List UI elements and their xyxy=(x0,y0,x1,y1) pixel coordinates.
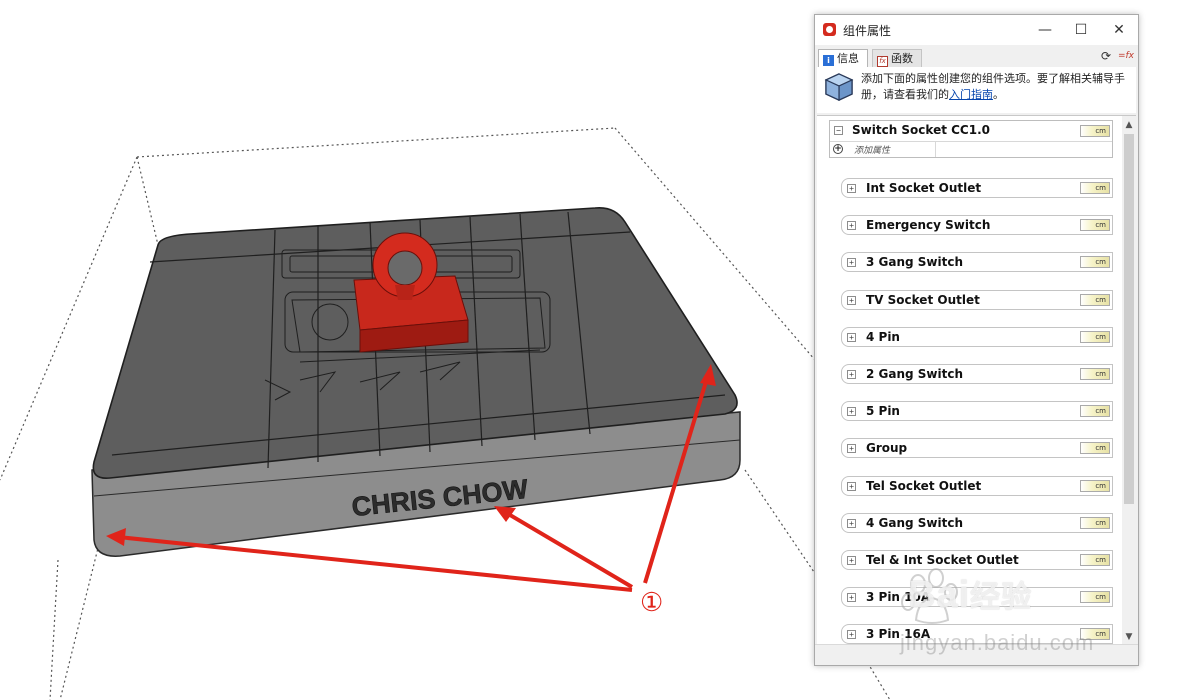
component-row[interactable]: +5 Pin cm xyxy=(841,401,1113,422)
component-row[interactable]: +3 Pin 10A cm xyxy=(841,587,1113,608)
expand-icon[interactable]: + xyxy=(847,556,856,565)
component-name: 2 Gang Switch xyxy=(866,367,964,381)
expand-icon[interactable]: + xyxy=(847,184,856,193)
attribute-list: − Switch Socket CC1.0 cm + 添加属性 + Int Soc… xyxy=(817,115,1136,646)
unit-badge[interactable]: cm xyxy=(1080,591,1110,604)
dialog-title: 组件属性 xyxy=(843,24,892,38)
unit-badge[interactable]: cm xyxy=(1080,330,1110,343)
expand-icon[interactable]: + xyxy=(847,332,856,342)
component-row[interactable]: + Emergency Switch cm xyxy=(841,215,1113,236)
component-row[interactable]: +2 Gang Switch cm xyxy=(841,364,1113,384)
unit-badge[interactable]: cm xyxy=(1080,628,1110,641)
unit-badge[interactable]: cm xyxy=(1080,368,1110,380)
component-name: Int Socket Outlet xyxy=(866,181,982,195)
add-attribute-label[interactable]: 添加属性 xyxy=(854,143,890,156)
info-banner: 添加下面的属性创建您的组件选项。要了解相关辅导手册，请查看我们的入门指南。 xyxy=(817,67,1136,113)
sketchup-icon xyxy=(823,23,836,36)
unit-badge[interactable]: cm xyxy=(1080,256,1110,269)
component-name: 3 Gang Switch xyxy=(866,255,964,270)
component-attributes-dialog: 组件属性 — ☐ ✕ i 信息 fx 函数 ⟳ =fx 添加下面的属性创建您的组件选… xyxy=(814,14,1139,666)
unit-badge[interactable]: cm xyxy=(1080,293,1110,306)
component-cube-icon xyxy=(824,73,854,101)
annotation-number: ① xyxy=(640,588,664,618)
scroll-up-icon[interactable]: ▲ xyxy=(1122,118,1136,132)
unit-badge[interactable]: cm xyxy=(1080,516,1110,529)
component-name: TV Socket Outlet xyxy=(866,292,980,307)
component-row[interactable]: +4 Pin cm xyxy=(841,326,1113,347)
component-row[interactable]: +3 Pin 16A cm xyxy=(841,624,1113,645)
unit-badge[interactable]: cm xyxy=(1080,554,1110,566)
component-name: 5 Pin xyxy=(866,404,900,419)
add-icon[interactable]: + xyxy=(833,144,843,154)
root-component-name: Switch Socket CC1.0 xyxy=(852,123,990,137)
tab-functions-label: 函数 xyxy=(891,52,913,65)
refresh-icon[interactable]: ⟳ xyxy=(1097,47,1115,65)
expand-icon[interactable]: + xyxy=(847,593,856,603)
root-component-header[interactable]: − Switch Socket CC1.0 cm xyxy=(830,121,1112,142)
unit-badge[interactable]: cm xyxy=(1080,182,1110,194)
component-row[interactable]: + Tel Socket Outlet cm xyxy=(841,475,1113,496)
component-row[interactable]: + TV Socket Outlet cm xyxy=(841,289,1113,310)
title-bar[interactable]: 组件属性 — ☐ ✕ xyxy=(815,15,1138,45)
close-button[interactable]: ✕ xyxy=(1100,15,1138,45)
component-name: Emergency Switch xyxy=(866,218,991,233)
expand-icon[interactable]: + xyxy=(847,221,856,231)
expand-icon[interactable]: + xyxy=(847,370,856,379)
expand-icon[interactable]: + xyxy=(847,518,856,528)
tab-info[interactable]: i 信息 xyxy=(818,49,868,67)
expand-icon[interactable]: + xyxy=(847,630,856,640)
component-name: 4 Pin xyxy=(866,329,900,344)
expand-icon[interactable]: + xyxy=(847,407,856,417)
info-suffix: 。 xyxy=(993,88,1004,101)
component-name: 3 Pin 16A xyxy=(866,627,931,642)
root-component: − Switch Socket CC1.0 cm + 添加属性 xyxy=(829,120,1113,158)
add-attribute-row[interactable]: + 添加属性 xyxy=(830,141,1112,157)
status-bar xyxy=(815,644,1138,665)
component-row[interactable]: + Tel & Int Socket Outlet cm xyxy=(841,550,1113,570)
expand-icon[interactable]: + xyxy=(847,444,856,454)
fx-icon: fx xyxy=(877,56,888,67)
component-row[interactable]: +3 Gang Switch cm xyxy=(841,252,1113,273)
minimize-button[interactable]: — xyxy=(1026,15,1064,45)
expand-icon[interactable]: + xyxy=(847,481,856,491)
expand-icon[interactable]: + xyxy=(847,258,856,268)
tab-functions[interactable]: fx 函数 xyxy=(872,49,922,67)
expand-icon[interactable]: + xyxy=(847,295,856,305)
collapse-icon[interactable]: − xyxy=(834,126,843,135)
component-row[interactable]: + Int Socket Outlet cm xyxy=(841,178,1113,198)
unit-badge[interactable]: cm xyxy=(1080,219,1110,232)
tab-bar: i 信息 fx 函数 ⟳ =fx xyxy=(815,45,1138,67)
component-row[interactable]: + Group cm xyxy=(841,438,1113,459)
component-name: Tel Socket Outlet xyxy=(866,478,982,493)
tab-info-label: 信息 xyxy=(837,52,859,65)
info-text: 添加下面的属性创建您的组件选项。要了解相关辅导手册，请查看我们的入门指南。 xyxy=(861,71,1133,103)
component-name: Group xyxy=(866,441,908,456)
scroll-down-icon[interactable]: ▼ xyxy=(1122,630,1136,644)
unit-badge[interactable]: cm xyxy=(1080,125,1110,137)
component-name: Tel & Int Socket Outlet xyxy=(866,553,1019,567)
scrollbar-thumb[interactable] xyxy=(1124,134,1134,504)
unit-badge[interactable]: cm xyxy=(1080,479,1110,492)
socket-base: CHRIS CHOW xyxy=(91,206,741,557)
toggle-formula-button[interactable]: =fx xyxy=(1117,47,1135,65)
getting-started-link[interactable]: 入门指南 xyxy=(949,88,993,101)
component-name: 3 Pin 10A xyxy=(866,590,931,605)
component-row[interactable]: +4 Gang Switch cm xyxy=(841,512,1113,533)
vertical-scrollbar[interactable]: ▲ ▼ xyxy=(1122,116,1136,646)
info-icon: i xyxy=(823,55,834,66)
component-name: 4 Gang Switch xyxy=(866,515,964,530)
column-divider xyxy=(935,141,936,157)
unit-badge[interactable]: cm xyxy=(1080,405,1110,418)
maximize-button[interactable]: ☐ xyxy=(1062,15,1100,45)
unit-badge[interactable]: cm xyxy=(1080,442,1110,455)
